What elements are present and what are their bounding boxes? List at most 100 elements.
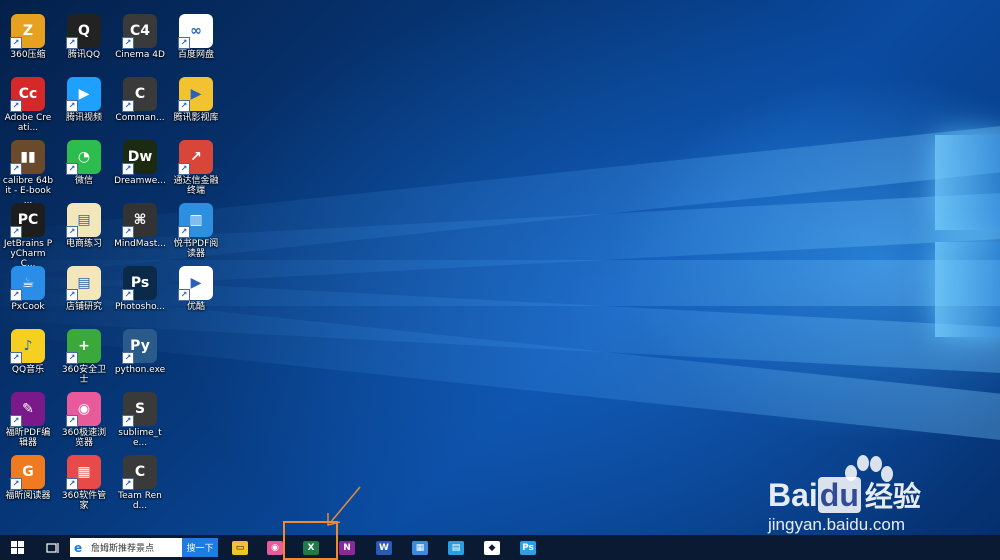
app-icon: ▮▮ ↗ — [10, 140, 45, 175]
task-view-button[interactable] — [36, 535, 70, 560]
desktop-icon[interactable]: ↗ ↗ 通达信金融终端 — [170, 140, 222, 202]
shortcut-arrow-icon: ↗ — [178, 226, 190, 238]
desktop-icon-label: Adobe Creati... — [4, 113, 52, 133]
shortcut-arrow-icon: ↗ — [66, 352, 78, 364]
app-icon: C4 ↗ — [122, 14, 157, 49]
app-icon: ▥ ↗ — [178, 203, 213, 238]
app-icon: PC ↗ — [10, 203, 45, 238]
desktop-icon[interactable]: ◔ ↗ 微信 — [58, 140, 110, 202]
app-icon: ▤ ↗ — [66, 266, 101, 301]
desktop-icon-label: 腾讯影视库 — [173, 113, 219, 123]
taskbar-app-onenote[interactable]: N — [336, 538, 358, 557]
desktop-icon[interactable]: Ps ↗ Photosho... — [114, 266, 166, 328]
desktop-icon-label: 腾讯视频 — [65, 113, 102, 123]
desktop-icon[interactable]: ▶ ↗ 优酷 — [170, 266, 222, 328]
desktop-icon[interactable]: ✎ ↗ 福昕PDF编辑器 — [2, 392, 54, 454]
desktop-icon[interactable]: Z ↗ 360压缩 — [2, 14, 54, 76]
taskbar-app-app-white[interactable]: ◆ — [481, 538, 503, 557]
search-button[interactable]: 搜一下 — [182, 538, 218, 557]
desktop-icon[interactable]: C4 ↗ Cinema 4D — [114, 14, 166, 76]
app-white-icon: ◆ — [484, 540, 500, 555]
desktop-icon[interactable]: ☕ ↗ PxCook — [2, 266, 54, 328]
app-icon: C ↗ — [122, 455, 157, 490]
desktop-icon[interactable]: ∞ ↗ 百度网盘 — [170, 14, 222, 76]
desktop-icon[interactable]: ▶ ↗ 腾讯影视库 — [170, 77, 222, 139]
desktop-icon[interactable]: ▥ ↗ 悦书PDF阅读器 — [170, 203, 222, 265]
onenote-icon: N — [339, 540, 355, 555]
desktop-icon[interactable]: ♪ ↗ QQ音乐 — [2, 329, 54, 391]
watermark-cn: 经验 — [864, 481, 921, 512]
file-explorer-icon: ▭ — [232, 540, 248, 555]
search-text: 詹姆斯推荐景点 — [91, 544, 155, 554]
app-icon: Z ↗ — [10, 14, 45, 49]
desktop-icon-label: calibre 64bit - E-book ... — [2, 176, 54, 206]
taskbar-app-store[interactable]: ▦ — [409, 538, 431, 557]
desktop-icon[interactable]: C ↗ Team Rend... — [114, 455, 166, 517]
desktop-icon[interactable]: ▦ ↗ 360软件管家 — [58, 455, 110, 517]
desktop-icon[interactable]: ▮▮ ↗ calibre 64bit - E-book ... — [2, 140, 54, 206]
desktop-icon-label: PxCook — [11, 302, 45, 312]
start-button[interactable] — [0, 535, 34, 560]
desktop-icon-label: 福昕PDF编辑器 — [5, 428, 51, 448]
app-icon: ⌘ ↗ — [122, 203, 157, 238]
desktop-icon[interactable]: + ↗ 360安全卫士 — [58, 329, 110, 391]
shortcut-arrow-icon: ↗ — [178, 100, 190, 112]
watermark-brand-2: du — [817, 477, 861, 513]
browser-360-icon: ◉ — [267, 540, 283, 555]
app-icon: G ↗ — [10, 455, 45, 490]
desktop-icon-label: Cinema 4D — [115, 50, 165, 60]
shortcut-arrow-icon: ↗ — [66, 100, 78, 112]
app-icon: ∞ ↗ — [178, 14, 213, 49]
desktop-icon-label: 360极速浏览器 — [61, 428, 107, 448]
desktop-icon-label: 360软件管家 — [61, 491, 107, 511]
app-icon: ▦ ↗ — [66, 455, 101, 490]
desktop-icon[interactable]: Dw ↗ Dreamwe... — [114, 140, 166, 202]
taskbar-app-photoshop[interactable]: Ps — [517, 538, 539, 557]
store-icon: ▦ — [412, 540, 428, 555]
app-blue-icon: ▤ — [448, 540, 464, 555]
desktop-icon[interactable]: ▶ ↗ 腾讯视频 — [58, 77, 110, 139]
desktop-icon-label: python.exe — [114, 365, 166, 375]
shortcut-arrow-icon: ↗ — [122, 100, 134, 112]
desktop-icon[interactable]: S ↗ sublime_te... — [114, 392, 166, 454]
shortcut-arrow-icon: ↗ — [122, 352, 134, 364]
desktop-icon[interactable]: ▤ ↗ 店铺研究 — [58, 266, 110, 328]
app-icon: ▶ ↗ — [178, 266, 213, 301]
shortcut-arrow-icon: ↗ — [122, 37, 134, 49]
shortcut-arrow-icon: ↗ — [10, 163, 22, 175]
desktop-icon-label: MindMast... — [114, 239, 166, 249]
shortcut-arrow-icon: ↗ — [122, 415, 134, 427]
desktop-icon[interactable]: Cc ↗ Adobe Creati... — [2, 77, 54, 139]
desktop-icon[interactable]: ◉ ↗ 360极速浏览器 — [58, 392, 110, 454]
app-icon: ◔ ↗ — [66, 140, 101, 175]
shortcut-arrow-icon: ↗ — [178, 289, 190, 301]
desktop-icon[interactable]: ▤ ↗ 电商练习 — [58, 203, 110, 265]
desktop-icon-label: 微信 — [74, 176, 93, 186]
desktop-icon[interactable]: Py ↗ python.exe — [114, 329, 166, 391]
app-icon: Ps ↗ — [122, 266, 157, 301]
desktop-icon-label: Dreamwe... — [114, 176, 166, 186]
desktop-icon[interactable]: G ↗ 福昕阅读器 — [2, 455, 54, 517]
desktop-icon[interactable]: ⌘ ↗ MindMast... — [114, 203, 166, 265]
taskbar-app-word[interactable]: W — [373, 538, 395, 557]
taskbar-app-file-explorer[interactable]: ▭ — [229, 538, 251, 557]
app-icon: C ↗ — [122, 77, 157, 112]
app-icon: ☕ ↗ — [10, 266, 45, 301]
desktop-icon[interactable]: Q ↗ 腾讯QQ — [58, 14, 110, 76]
desktop-icon[interactable]: PC ↗ JetBrains PyCharm C... — [2, 203, 54, 269]
desktop-icon[interactable]: C ↗ Comman... — [114, 77, 166, 139]
search-input[interactable]: e 詹姆斯推荐景点 — [70, 538, 182, 557]
baidu-jingyan-watermark: Baidu 经验 jingyan.baidu.com — [768, 455, 968, 545]
app-icon: ↗ ↗ — [178, 140, 213, 175]
desktop-icon-label: 店铺研究 — [65, 302, 102, 312]
desktop-icon-label: 优酷 — [186, 302, 205, 312]
desktop-icon-label: JetBrains PyCharm C... — [3, 239, 53, 269]
taskbar-app-app-blue[interactable]: ▤ — [445, 538, 467, 557]
desktop-icon-label: 电商练习 — [65, 239, 102, 249]
app-icon: Cc ↗ — [10, 77, 45, 112]
pointer-arrow-icon — [327, 486, 361, 526]
shortcut-arrow-icon: ↗ — [10, 37, 22, 49]
app-icon: Dw ↗ — [122, 140, 157, 175]
shortcut-arrow-icon: ↗ — [66, 163, 78, 175]
shortcut-arrow-icon: ↗ — [10, 289, 22, 301]
